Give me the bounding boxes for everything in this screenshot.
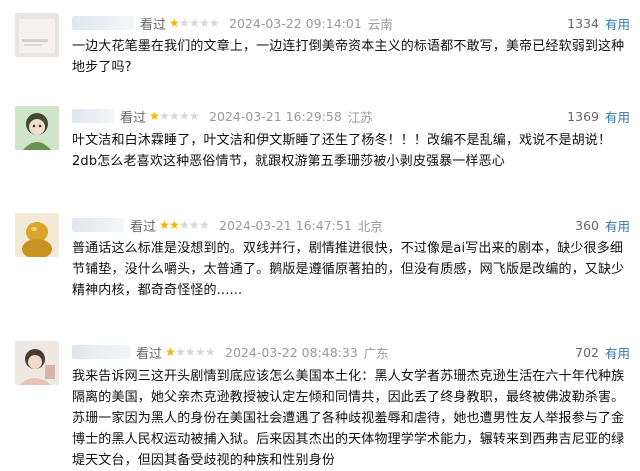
star-rating: ★ ★ ★ ★ ★ [149, 109, 200, 123]
star-icon: ★ [165, 345, 176, 359]
useful-button[interactable]: 有用 [605, 107, 630, 126]
vote-area: 360 有用 [575, 216, 630, 234]
star-icon: ★ [159, 109, 170, 123]
star-icon: ★ [195, 345, 206, 359]
review-content: 普通话这么标准是没想到的。双线并行，剧情推进很快，不过像是ai写出来的剧本，缺少… [72, 241, 625, 298]
star-rating: ★ ★ ★ ★ ★ [159, 218, 210, 232]
star-icon: ★ [185, 345, 196, 359]
review-location: 江苏 [347, 109, 373, 125]
vote-area: 702 有用 [575, 343, 630, 361]
avatar[interactable] [15, 106, 59, 150]
vote-count: 702 [575, 344, 599, 360]
review-location: 广东 [363, 345, 389, 361]
review-time: 2024-03-21 16:47:51 [219, 217, 352, 233]
star-icon: ★ [189, 109, 200, 123]
avatar[interactable] [15, 213, 59, 257]
avatar-gold-figure-icon [15, 213, 59, 257]
rating-label: 看过 [140, 17, 167, 33]
review-content: 叶文洁和白沐霖睡了，叶文洁和伊文斯睡了还生了杨冬！！！改编不是乱编，戏说不是胡说… [72, 133, 612, 169]
useful-button[interactable]: 有用 [605, 343, 630, 362]
username[interactable] [72, 345, 130, 359]
star-icon: ★ [179, 109, 190, 123]
review-location: 北京 [357, 218, 383, 234]
star-icon: ★ [205, 345, 216, 359]
username[interactable] [72, 218, 124, 232]
star-icon: ★ [199, 16, 210, 30]
vote-count: 360 [575, 217, 599, 233]
vote-count: 1334 [567, 15, 599, 31]
vote-area: 1334 有用 [567, 14, 630, 32]
star-icon: ★ [169, 16, 180, 30]
rating-label: 看过 [120, 110, 147, 126]
star-icon: ★ [179, 16, 190, 30]
avatar[interactable] [15, 341, 59, 385]
username[interactable] [72, 16, 134, 30]
avatar-photo-girl-icon [15, 341, 59, 385]
review-meta: 看过 ★ ★ ★ ★ ★ 2024-03-22 09:14:01 云南 [72, 14, 393, 33]
review-content: 我来告诉网三这开头剧情到底应该怎么美国本土化：黑人女学者苏珊杰克逊生活在六十年代… [72, 369, 625, 468]
star-icon: ★ [169, 109, 180, 123]
rating-label: 看过 [136, 346, 163, 362]
review-meta: 看过 ★ ★ ★ ★ ★ 2024-03-22 08:48:33 广东 [72, 343, 389, 362]
avatar-photo-icon [15, 13, 59, 57]
star-rating: ★ ★ ★ ★ ★ [165, 345, 216, 359]
review-content: 一边大花笔墨在我们的文章上，一边连打倒美帝资本主义的标语都不敢写，美帝已经软弱到… [72, 39, 625, 75]
vote-count: 1369 [567, 108, 599, 124]
rating-label: 看过 [130, 219, 157, 235]
review-meta: 看过 ★ ★ ★ ★ ★ 2024-03-21 16:47:51 北京 [72, 216, 383, 235]
review-time: 2024-03-22 09:14:01 [229, 15, 362, 31]
star-icon: ★ [189, 218, 200, 232]
review-meta: 看过 ★ ★ ★ ★ ★ 2024-03-21 16:29:58 江苏 [72, 107, 373, 126]
star-icon: ★ [149, 109, 160, 123]
star-icon: ★ [175, 345, 186, 359]
star-icon: ★ [209, 16, 220, 30]
review-time: 2024-03-22 08:48:33 [225, 344, 358, 360]
star-icon: ★ [169, 218, 180, 232]
vote-area: 1369 有用 [567, 107, 630, 125]
useful-button[interactable]: 有用 [605, 216, 630, 235]
star-icon: ★ [199, 218, 210, 232]
avatar-anime-girl-icon [15, 106, 59, 150]
star-icon: ★ [179, 218, 190, 232]
star-icon: ★ [159, 218, 170, 232]
star-rating: ★ ★ ★ ★ ★ [169, 16, 220, 30]
useful-button[interactable]: 有用 [605, 14, 630, 33]
review-time: 2024-03-21 16:29:58 [209, 108, 342, 124]
review-location: 云南 [367, 16, 393, 32]
avatar[interactable] [15, 13, 59, 57]
star-icon: ★ [189, 16, 200, 30]
username[interactable] [72, 109, 114, 123]
